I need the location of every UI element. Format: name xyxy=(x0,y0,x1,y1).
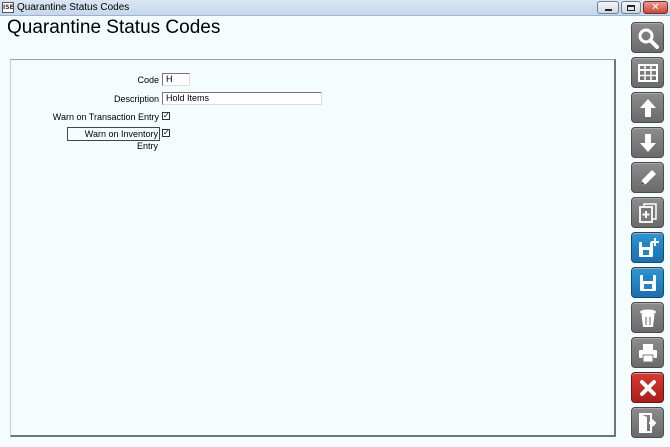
save-button[interactable] xyxy=(631,267,664,298)
arrow-down-icon xyxy=(639,133,656,152)
search-button[interactable] xyxy=(631,22,664,53)
close-icon: ✕ xyxy=(651,1,660,13)
warn-inventory-checkbox[interactable]: ✓ xyxy=(162,129,170,137)
exit-icon xyxy=(638,412,656,433)
save-new-icon xyxy=(638,237,659,257)
save-new-button[interactable] xyxy=(631,232,664,263)
edit-button[interactable] xyxy=(631,162,664,193)
cancel-icon xyxy=(639,379,656,396)
minimize-icon xyxy=(604,9,612,11)
save-icon xyxy=(639,274,656,291)
minimize-button[interactable] xyxy=(597,1,619,14)
next-record-button[interactable] xyxy=(631,127,664,158)
new-document-icon xyxy=(638,202,657,223)
search-icon xyxy=(638,28,659,49)
cancel-button[interactable] xyxy=(631,372,664,403)
code-field[interactable]: H xyxy=(162,73,190,86)
grid-view-button[interactable] xyxy=(631,57,664,88)
previous-record-button[interactable] xyxy=(631,92,664,123)
warn-transaction-checkbox[interactable]: ✓ xyxy=(162,112,170,120)
print-icon xyxy=(638,343,657,362)
page-title: Quarantine Status Codes xyxy=(7,17,221,38)
arrow-up-icon xyxy=(639,98,656,117)
maximize-icon xyxy=(627,4,635,11)
maximize-button[interactable] xyxy=(621,1,641,14)
code-label: Code xyxy=(137,75,159,85)
print-button[interactable] xyxy=(631,337,664,368)
window-title: Quarantine Status Codes xyxy=(17,2,130,13)
close-window-button[interactable]: ✕ xyxy=(643,1,668,14)
description-field[interactable]: Hold Items xyxy=(162,92,322,105)
window-titlebar: ISE Quarantine Status Codes ✕ xyxy=(0,0,670,16)
delete-button[interactable] xyxy=(631,302,664,333)
description-label: Description xyxy=(113,94,159,104)
warn-transaction-label: Warn on Transaction Entry xyxy=(52,112,159,122)
warn-inventory-label: Warn on Inventory Entry xyxy=(67,127,160,151)
trash-icon xyxy=(639,309,656,327)
form-panel: Code H Description Hold Items Warn on Tr… xyxy=(10,59,616,437)
pencil-icon xyxy=(640,169,656,185)
grid-icon xyxy=(637,63,658,82)
exit-button[interactable] xyxy=(631,407,664,438)
app-icon[interactable]: ISE xyxy=(2,2,14,13)
new-record-button[interactable] xyxy=(631,197,664,228)
